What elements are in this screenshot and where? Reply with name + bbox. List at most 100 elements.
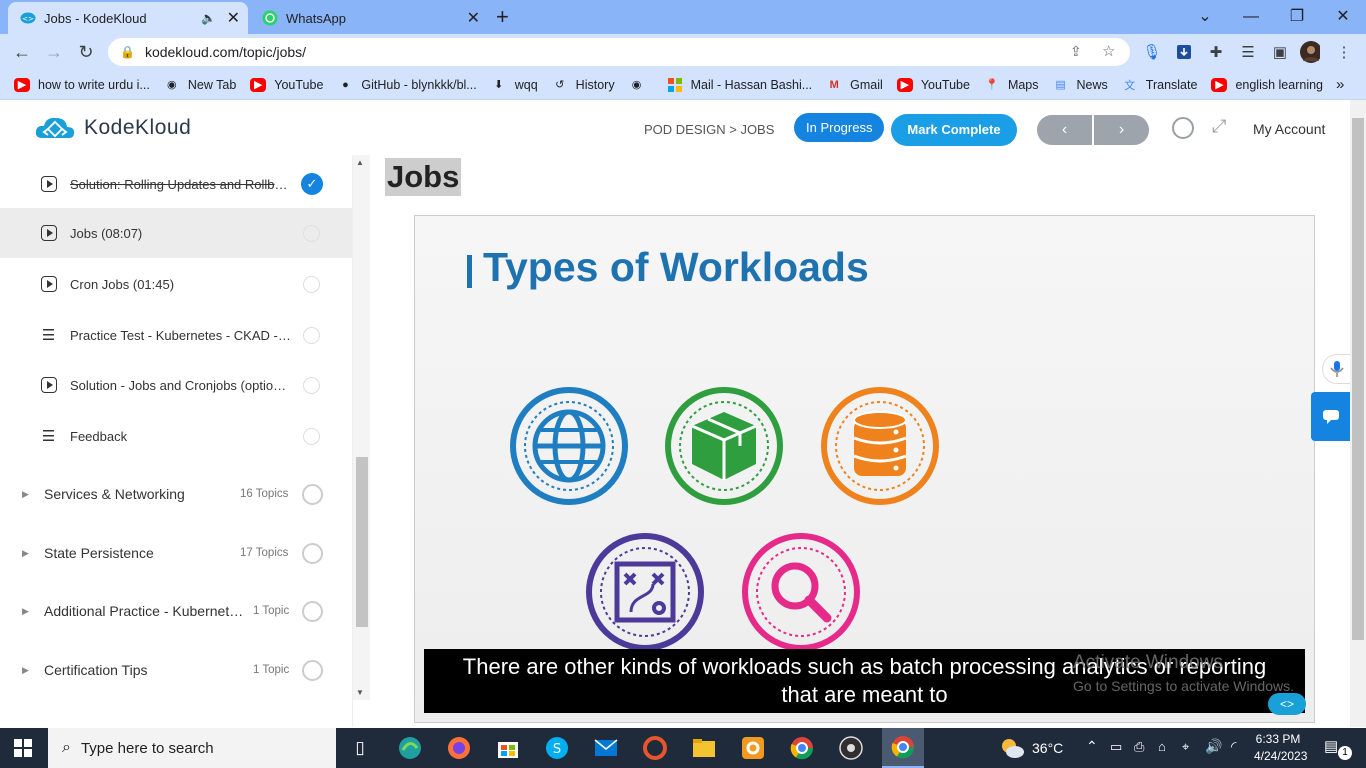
lesson-item[interactable]: Solution: Rolling Updates and Rollbacks … <box>0 159 352 209</box>
file-explorer-icon[interactable] <box>690 734 718 762</box>
bookmark-item[interactable]: ◉ New Tab <box>164 78 236 92</box>
bookmark-item[interactable]: ● GitHub - blynkkk/bl... <box>337 78 477 92</box>
extensions-puzzle-icon[interactable]: ✚ <box>1206 42 1226 62</box>
usb-icon[interactable]: ⌂ <box>1158 739 1166 754</box>
weather-temperature[interactable]: 36°C <box>1032 740 1063 756</box>
edge-icon[interactable] <box>396 734 424 762</box>
fullscreen-expand-icon[interactable]: ⤢ <box>1212 116 1226 137</box>
incomplete-circle-icon[interactable] <box>303 427 320 445</box>
scroll-up-arrow-icon[interactable]: ▲ <box>356 158 364 167</box>
page-title: Jobs <box>385 158 462 196</box>
download-extension-icon[interactable] <box>1174 42 1194 62</box>
tab-whatsapp[interactable]: WhatsApp ✕ <box>250 2 488 34</box>
bookmark-item[interactable]: ▶ YouTube <box>896 77 970 92</box>
settings-gear-app-icon[interactable] <box>739 734 767 762</box>
history-icon: ↺ <box>555 79 565 91</box>
dark-mode-toggle-icon[interactable] <box>1172 117 1194 139</box>
chrome-icon[interactable] <box>788 734 816 762</box>
bookmark-item[interactable]: 📍 Maps <box>984 78 1038 92</box>
battery-icon[interactable]: ▭ <box>1110 739 1122 755</box>
start-windows-icon[interactable] <box>14 739 32 757</box>
lesson-item-current[interactable]: Jobs (08:07) <box>0 208 352 258</box>
reload-icon[interactable]: ↻ <box>74 40 98 64</box>
bookmark-item[interactable]: ↺ History <box>552 78 615 92</box>
taskbar-search-placeholder: Type here to search <box>80 739 214 757</box>
task-view-icon[interactable]: ▯ <box>346 734 374 762</box>
slide-title: Types of Workloads <box>483 244 869 290</box>
bookmark-item[interactable]: ▶ english learning <box>1211 77 1323 92</box>
tab-search-icon[interactable]: ⌄ <box>1182 4 1228 30</box>
my-account-link[interactable]: My Account <box>1253 121 1325 137</box>
more-bookmarks-button[interactable]: » <box>1336 76 1344 93</box>
tab-jobs-kodekloud[interactable]: <> Jobs - KodeKloud 🔈 ✕ <box>8 2 248 34</box>
wifi-icon[interactable]: ◜ <box>1231 738 1236 755</box>
forward-icon[interactable]: → <box>42 40 66 64</box>
profile-avatar[interactable] <box>1300 41 1320 63</box>
bookmark-item[interactable]: ◉ <box>629 78 653 92</box>
section-item[interactable]: ▶ Certification Tips 1 Topic <box>0 645 352 695</box>
completed-check-icon[interactable]: ✓ <box>301 173 323 195</box>
bookmark-star-icon[interactable]: ☆ <box>1102 42 1115 60</box>
speaker-icon[interactable]: 🔈 <box>201 11 216 25</box>
scroll-down-arrow-icon[interactable]: ▼ <box>356 688 364 697</box>
back-icon[interactable]: ← <box>10 40 34 64</box>
kodekloud-logo[interactable]: KodeKloud <box>34 114 191 142</box>
minimize-button[interactable]: — <box>1228 4 1274 30</box>
bookmark-item[interactable]: ▤ News <box>1053 78 1107 92</box>
bookmark-item[interactable]: Mail - Hassan Bashi... <box>667 77 812 92</box>
skype-icon[interactable]: S <box>543 734 571 762</box>
new-tab-button[interactable]: + <box>496 4 509 30</box>
video-player[interactable]: Types of Workloads <box>414 215 1315 723</box>
bookmark-item[interactable]: ⬇ wqq <box>491 78 538 92</box>
next-topic-button[interactable]: › <box>1094 115 1149 145</box>
address-bar[interactable]: 🔒 kodekloud.com/topic/jobs/ ⇪ ☆ <box>108 38 1130 66</box>
list-icon: ☰ <box>41 428 56 445</box>
taskbar-search-box[interactable]: ⌕ Type here to search <box>48 728 336 768</box>
section-item[interactable]: ▶ State Persistence 17 Topics <box>0 528 352 578</box>
bookmark-item[interactable]: M Gmail <box>826 78 883 92</box>
lesson-item[interactable]: Cron Jobs (01:45) <box>0 259 352 309</box>
network-device-icon[interactable]: ⎙ <box>1134 739 1144 755</box>
microsoft-store-icon[interactable] <box>494 734 522 762</box>
side-panel-icon[interactable]: ▣ <box>1270 42 1290 62</box>
app-swirl-icon[interactable] <box>641 734 669 762</box>
close-tab-icon[interactable]: ✕ <box>227 8 240 28</box>
incomplete-circle-icon[interactable] <box>303 224 320 242</box>
in-progress-button[interactable]: In Progress <box>794 113 885 142</box>
menu-kebab-icon[interactable]: ⋮ <box>1334 42 1354 62</box>
previous-topic-button[interactable]: ‹ <box>1037 115 1092 145</box>
incomplete-circle-icon[interactable] <box>303 275 320 293</box>
sidebar-scroll-thumb[interactable] <box>356 457 368 627</box>
mic-extension-icon[interactable]: 🎙 <box>1142 42 1162 62</box>
section-item[interactable]: ▶ Services & Networking 16 Topics <box>0 469 352 519</box>
page-scroll-thumb[interactable] <box>1352 118 1364 640</box>
notification-center-icon[interactable]: ▤ <box>1324 737 1338 755</box>
close-tab-icon[interactable]: ✕ <box>467 8 480 28</box>
mail-icon[interactable] <box>592 734 620 762</box>
lesson-item[interactable]: ☰ Feedback <box>0 411 352 461</box>
incomplete-circle-icon[interactable] <box>303 376 320 394</box>
clock[interactable]: 6:33 PM 4/24/2023 <box>1254 732 1307 763</box>
floating-mic-icon[interactable] <box>1322 354 1352 384</box>
location-icon[interactable]: ⌖ <box>1182 739 1189 755</box>
chat-support-button[interactable] <box>1311 392 1350 441</box>
show-hidden-icons-icon[interactable]: ⌃ <box>1086 738 1098 755</box>
obs-icon[interactable] <box>837 734 865 762</box>
chrome-active-icon[interactable] <box>882 728 924 768</box>
mark-complete-button[interactable]: Mark Complete <box>891 114 1017 146</box>
bookmark-item[interactable]: ▶ how to write urdu i... <box>14 77 150 92</box>
globe-icon: ◉ <box>631 79 642 91</box>
lesson-item[interactable]: ☰ Practice Test - Kubernetes - CKAD - Jo… <box>0 310 352 360</box>
bookmark-item[interactable]: ▶ YouTube <box>250 77 323 92</box>
restore-button[interactable]: ❐ <box>1274 4 1320 30</box>
close-window-button[interactable]: ✕ <box>1320 4 1366 30</box>
volume-icon[interactable]: 🔊 <box>1205 738 1222 755</box>
weather-icon[interactable] <box>998 734 1026 762</box>
section-item[interactable]: ▶ Additional Practice - Kubernetes for t… <box>0 586 352 636</box>
reading-list-icon[interactable]: ☰ <box>1238 42 1258 62</box>
bookmark-item[interactable]: 文 Translate <box>1122 78 1197 92</box>
lesson-item[interactable]: Solution - Jobs and Cronjobs (optional) <box>0 360 352 410</box>
firefox-icon[interactable] <box>445 734 473 762</box>
share-icon[interactable]: ⇪ <box>1070 43 1082 60</box>
incomplete-circle-icon[interactable] <box>303 326 320 344</box>
